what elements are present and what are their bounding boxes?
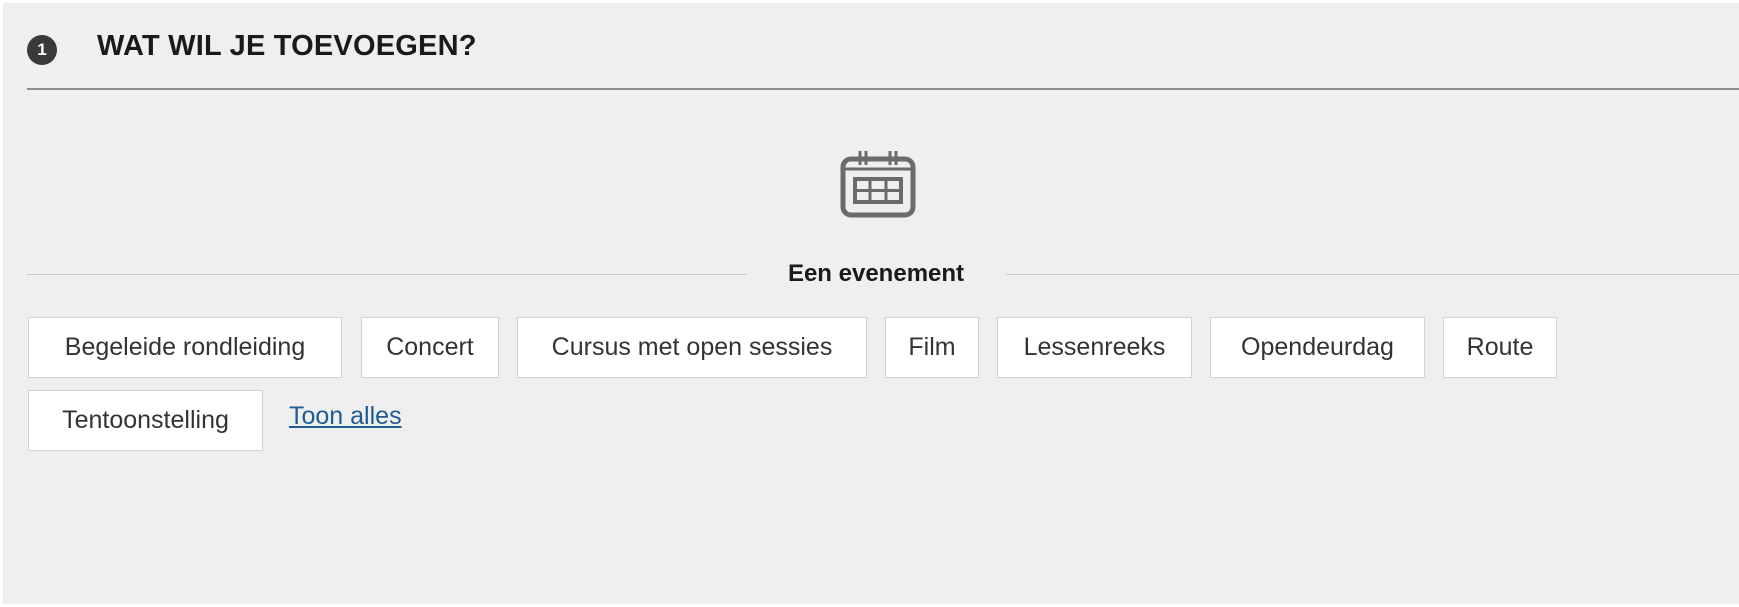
show-all-link[interactable]: Toon alles [289, 402, 402, 431]
type-option-lessenreeks[interactable]: Lessenreeks [997, 317, 1192, 378]
step-number-badge: 1 [27, 35, 57, 65]
add-type-panel [3, 3, 1739, 604]
type-option-opendeurdag[interactable]: Opendeurdag [1210, 317, 1425, 378]
section-divider-left [27, 274, 747, 275]
type-option-begeleide-rondleiding[interactable]: Begeleide rondleiding [28, 317, 342, 378]
type-option-tentoonstelling[interactable]: Tentoonstelling [28, 390, 263, 451]
section-header: 1 WAT WIL JE TOEVOEGEN? [27, 28, 1739, 90]
calendar-icon [840, 151, 916, 218]
section-label: Een evenement [787, 260, 965, 287]
type-option-concert[interactable]: Concert [361, 317, 499, 378]
section-divider-right [1006, 274, 1739, 275]
type-option-film[interactable]: Film [885, 317, 979, 378]
type-option-route[interactable]: Route [1443, 317, 1557, 378]
type-option-cursus-met-open-sessies[interactable]: Cursus met open sessies [517, 317, 867, 378]
page-title: WAT WIL JE TOEVOEGEN? [97, 30, 477, 62]
